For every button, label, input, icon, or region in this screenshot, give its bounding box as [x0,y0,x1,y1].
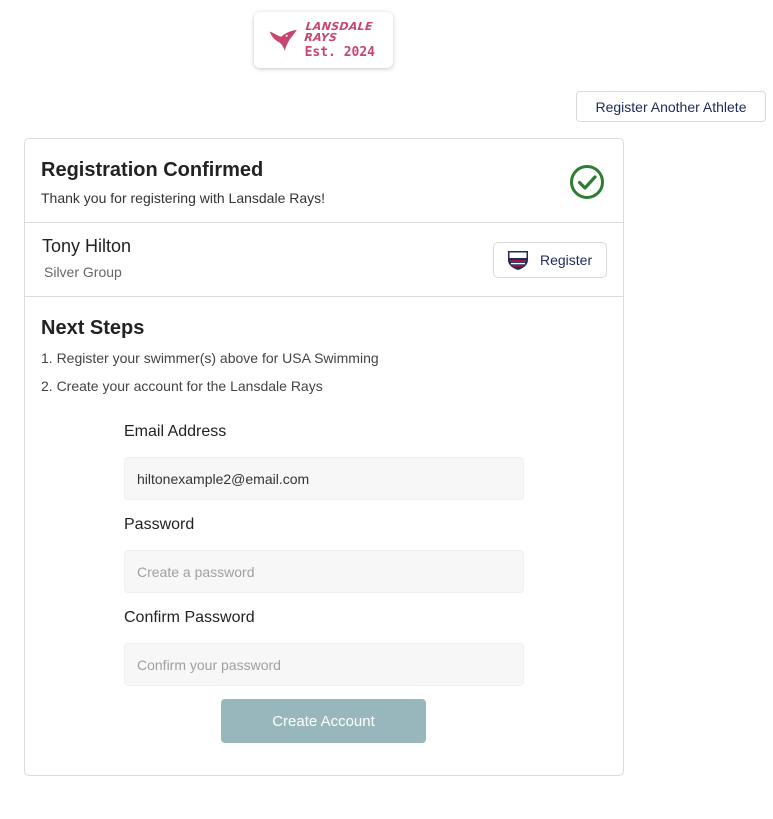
next-step-item: 2. Create your account for the Lansdale … [41,378,323,394]
email-label: Email Address [124,423,227,440]
next-steps-section: Next Steps 1. Register your swimmer(s) a… [25,297,623,414]
confirm-password-label: Confirm Password [124,609,255,626]
club-logo: LANSDALE RAYS Est. 2024 [254,12,393,68]
check-circle-icon [570,165,604,199]
password-label: Password [124,516,195,533]
register-another-athlete-button[interactable]: Register Another Athlete [576,91,766,122]
next-steps-title: Next Steps [41,317,145,339]
next-step-item: 1. Register your swimmer(s) above for US… [41,350,379,366]
confirmation-subtitle: Thank you for registering with Lansdale … [41,190,326,206]
email-field[interactable] [124,457,524,500]
usa-register-label: Register [540,252,593,268]
confirmation-title: Registration Confirmed [41,159,264,181]
password-field[interactable] [124,550,524,593]
usa-swimming-register-button[interactable]: Register [493,242,607,278]
confirmation-section: Registration Confirmed Thank you for reg… [25,139,623,223]
club-established: Est. 2024 [304,45,376,60]
confirm-password-field[interactable] [124,643,524,686]
club-name: LANSDALE RAYS [303,20,374,44]
usa-swimming-logo-icon [508,251,528,270]
stingray-icon [269,29,297,52]
create-account-button[interactable]: Create Account [221,699,426,743]
create-account-form: Email Address Password Confirm Password … [124,423,524,743]
registration-card: Registration Confirmed Thank you for reg… [24,138,624,776]
athlete-row: Tony Hilton Silver Group Register [25,223,623,297]
